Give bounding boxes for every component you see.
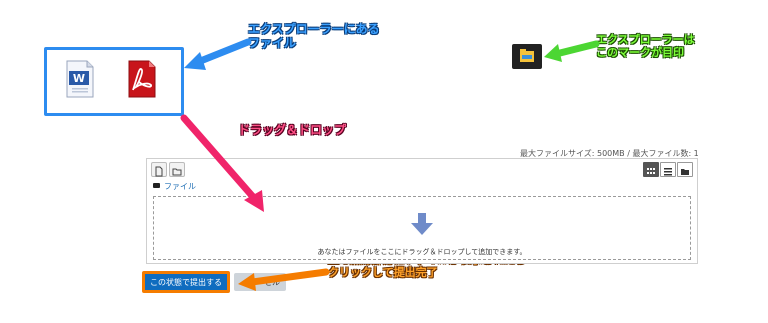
word-file-icon[interactable]: W [65,60,95,98]
dropzone-text: あなたはファイルをここにドラッグ＆ドロップして追加できます。 [317,248,527,256]
annotation-explorer-mark-line1: エクスプローラーは [596,33,695,46]
green-arrow [544,40,600,62]
svg-text:W: W [73,72,85,85]
file-manager: ファイル あなたはファイルをここにドラッグ＆ドロップして追加できます。 [146,158,698,264]
cancel-button[interactable]: セル [234,273,286,291]
annotation-submit-note-line2: クリックして提出完了 [328,266,438,279]
annotation-drag-drop: ドラッグ＆ドロップ [238,123,347,137]
view-icons-button[interactable] [643,162,659,177]
annotation-explorer-mark-line2: このマークが目印 [596,46,684,59]
submit-button[interactable]: この状態で提出する [142,271,230,293]
explorer-files-frame: W [44,47,184,116]
create-folder-button[interactable] [169,162,185,177]
blue-arrow [184,38,252,70]
arrow-down-icon [411,213,433,235]
breadcrumb[interactable]: ファイル [153,181,196,192]
folder-icon [153,183,160,188]
annotation-explorer-files-line2: ファイル [248,36,297,50]
pdf-file-icon[interactable] [127,60,157,98]
explorer-folder-icon[interactable] [512,44,542,69]
annotation-explorer-files-line1: エクスプローラーにある [248,22,380,36]
view-list-button[interactable] [660,162,676,177]
breadcrumb-files-label[interactable]: ファイル [164,182,196,191]
add-file-button[interactable] [151,162,167,177]
view-tree-button[interactable] [677,162,693,177]
file-manager-toolbar [147,159,697,181]
file-dropzone[interactable]: あなたはファイルをここにドラッグ＆ドロップして追加できます。 [153,196,691,260]
